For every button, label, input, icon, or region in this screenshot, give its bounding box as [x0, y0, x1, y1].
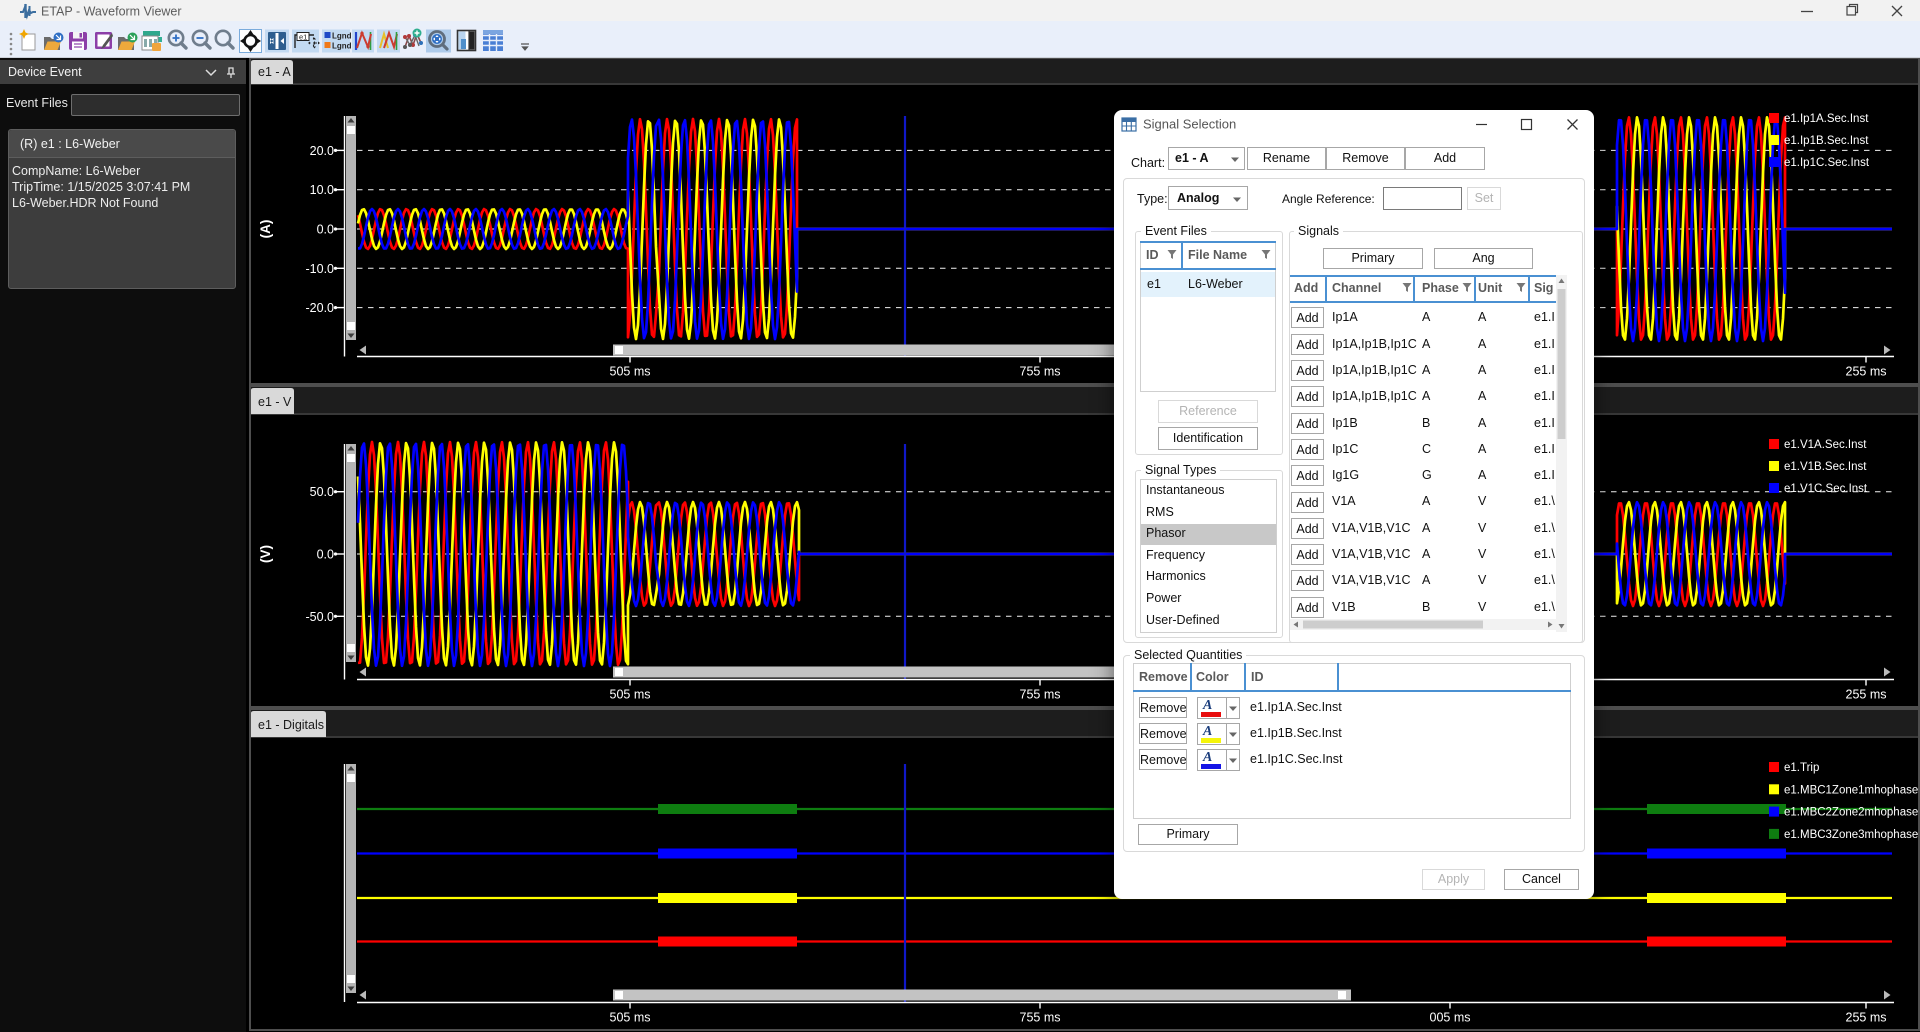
svg-text:-20.0: -20.0	[306, 301, 335, 315]
svg-text:755 ms: 755 ms	[1020, 1011, 1061, 1025]
svg-text:ETAP - Waveform Viewer: ETAP - Waveform Viewer	[41, 5, 182, 19]
svg-text:e1.Ip1A.Sec.Inst: e1.Ip1A.Sec.Inst	[1784, 113, 1869, 125]
svg-text:255 ms: 255 ms	[1846, 365, 1887, 379]
svg-text:10.0: 10.0	[310, 183, 334, 197]
svg-text:505 ms: 505 ms	[610, 688, 651, 702]
svg-text:e1.Ip1B.Sec.Inst: e1.Ip1B.Sec.Inst	[1784, 135, 1869, 147]
svg-text:Signal Selection: Signal Selection	[1143, 117, 1236, 132]
svg-text:505 ms: 505 ms	[610, 365, 651, 379]
svg-text:e1: e1	[299, 33, 307, 42]
svg-text:e1.Trip: e1.Trip	[1784, 762, 1819, 774]
svg-text:505 ms: 505 ms	[610, 1011, 651, 1025]
svg-text:e1.Ip1C.Sec.Inst: e1.Ip1C.Sec.Inst	[1784, 157, 1870, 169]
svg-text:20.0: 20.0	[310, 144, 334, 158]
svg-text:0.0: 0.0	[317, 223, 334, 237]
svg-text:(A): (A)	[258, 220, 273, 239]
svg-text:e1 - Digitals: e1 - Digitals	[258, 718, 324, 732]
svg-text:e1.V1C.Sec.Inst: e1.V1C.Sec.Inst	[1784, 483, 1868, 495]
svg-text:e1.V1B.Sec.Inst: e1.V1B.Sec.Inst	[1784, 461, 1867, 473]
svg-text:Lgnd: Lgnd	[332, 32, 352, 41]
svg-text:755 ms: 755 ms	[1020, 365, 1061, 379]
svg-text:50.0: 50.0	[310, 485, 334, 499]
svg-text:e1.MBC2Zone2mhophase: e1.MBC2Zone2mhophase	[1784, 807, 1918, 819]
svg-text:e1.MBC3Zone3mhophase: e1.MBC3Zone3mhophase	[1784, 829, 1918, 841]
svg-text:005 ms: 005 ms	[1430, 1011, 1471, 1025]
svg-text:e1 - A: e1 - A	[258, 65, 291, 79]
svg-text:255 ms: 255 ms	[1846, 688, 1887, 702]
svg-text:-50.0: -50.0	[306, 610, 335, 624]
svg-text:255 ms: 255 ms	[1846, 1011, 1887, 1025]
svg-text:0.0: 0.0	[317, 548, 334, 562]
svg-text:Lgnd: Lgnd	[332, 42, 352, 51]
svg-text:e1 - V: e1 - V	[258, 395, 292, 409]
svg-text:-10.0: -10.0	[306, 262, 335, 276]
svg-text:755 ms: 755 ms	[1020, 688, 1061, 702]
svg-text:(V): (V)	[258, 545, 273, 563]
svg-text:e1.V1A.Sec.Inst: e1.V1A.Sec.Inst	[1784, 439, 1867, 451]
svg-text:e1.MBC1Zone1mhophase: e1.MBC1Zone1mhophase	[1784, 784, 1918, 796]
